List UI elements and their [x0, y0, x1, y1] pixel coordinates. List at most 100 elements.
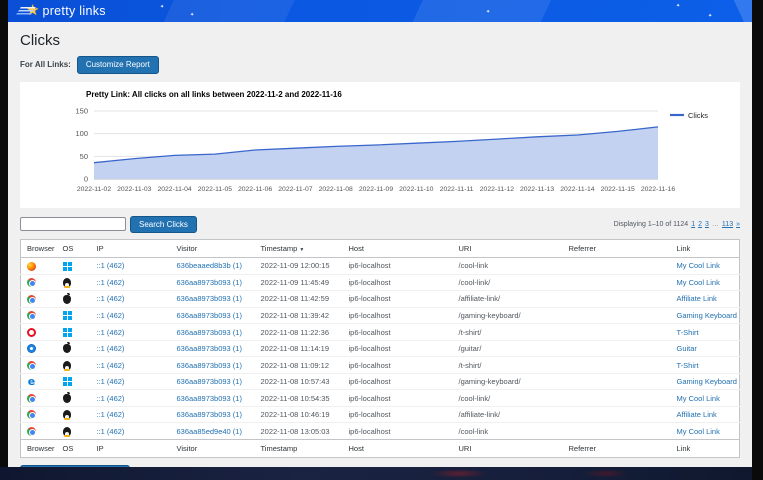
column-header-uri[interactable]: URI: [453, 240, 563, 258]
os-cell: [57, 406, 91, 423]
visitor-cell: 636beaaed8b3b (1): [171, 258, 255, 275]
column-header-browser[interactable]: Browser: [21, 240, 57, 258]
ip-link[interactable]: ::1 (462): [97, 328, 125, 337]
visitor-link[interactable]: 636aa85ed9e40 (1): [177, 427, 242, 436]
visitor-link[interactable]: 636aa8973b093 (1): [177, 311, 242, 320]
pretty-link-link[interactable]: Affiliate Link: [677, 294, 717, 303]
chrome-icon: [27, 278, 36, 287]
svg-text:Clicks: Clicks: [688, 111, 708, 120]
pagination-last-page-link[interactable]: 113: [722, 221, 733, 228]
host-cell: ip6-localhost: [343, 274, 453, 291]
ip-link[interactable]: ::1 (462): [97, 261, 125, 270]
visitor-link[interactable]: 636aa8973b093 (1): [177, 394, 242, 403]
browser-cell: [21, 274, 57, 291]
timestamp-cell: 2022-11-08 11:39:42: [255, 307, 343, 324]
ip-cell: ::1 (462): [91, 274, 171, 291]
pagination-page-link[interactable]: 2: [698, 221, 702, 228]
ip-link[interactable]: ::1 (462): [97, 410, 125, 419]
pretty-link-link[interactable]: T-Shirt: [677, 361, 699, 370]
pretty-link-link[interactable]: My Cool Link: [677, 261, 720, 270]
pretty-link-link[interactable]: Gaming Keyboard: [677, 377, 737, 386]
visitor-link[interactable]: 636aa8973b093 (1): [177, 377, 242, 386]
visitor-link[interactable]: 636aa8973b093 (1): [177, 410, 242, 419]
visitor-link[interactable]: 636aa8973b093 (1): [177, 344, 242, 353]
pagination-next-link[interactable]: »: [736, 221, 740, 228]
ip-link[interactable]: ::1 (462): [97, 394, 125, 403]
pretty-link-link[interactable]: Affiliate Link: [677, 410, 717, 419]
table-row: ::1 (462)636aa8973b093 (1)2022-11-09 11:…: [21, 274, 740, 291]
ip-link[interactable]: ::1 (462): [97, 278, 125, 287]
linux-icon: [63, 427, 71, 436]
visitor-link[interactable]: 636aa8973b093 (1): [177, 361, 242, 370]
ip-link[interactable]: ::1 (462): [97, 427, 125, 436]
uri-cell: /gaming-keyboard/: [453, 307, 563, 324]
svg-text:2022-11-16: 2022-11-16: [641, 186, 675, 193]
svg-text:2022-11-09: 2022-11-09: [359, 186, 393, 193]
chrome-icon: [27, 311, 36, 320]
sparkle-icon: ✦: [676, 3, 680, 9]
column-header-host[interactable]: Host: [343, 439, 453, 457]
timestamp-cell: 2022-11-08 11:22:36: [255, 324, 343, 341]
link-cell: Gaming Keyboard: [671, 307, 740, 324]
column-header-os[interactable]: OS: [57, 240, 91, 258]
customize-report-button[interactable]: Customize Report: [77, 56, 159, 74]
timestamp-cell: 2022-11-08 10:46:19: [255, 406, 343, 423]
column-header-timestamp[interactable]: Timestamp▼: [255, 240, 343, 258]
link-cell: Affiliate Link: [671, 406, 740, 423]
svg-text:2022-11-02: 2022-11-02: [77, 186, 111, 193]
host-cell: ip6-localhost: [343, 291, 453, 308]
search-input[interactable]: [20, 217, 126, 231]
pretty-link-link[interactable]: Gaming Keyboard: [677, 311, 737, 320]
column-header-os[interactable]: OS: [57, 439, 91, 457]
referrer-cell: [563, 340, 671, 357]
timestamp-cell: 2022-11-08 11:42:59: [255, 291, 343, 308]
os-cell: [57, 274, 91, 291]
column-header-visitor[interactable]: Visitor: [171, 439, 255, 457]
visitor-cell: 636aa8973b093 (1): [171, 274, 255, 291]
column-header-uri[interactable]: URI: [453, 439, 563, 457]
column-header-host[interactable]: Host: [343, 240, 453, 258]
pretty-link-link[interactable]: My Cool Link: [677, 427, 720, 436]
column-header-ip[interactable]: IP: [91, 240, 171, 258]
column-header-referrer[interactable]: Referrer: [563, 240, 671, 258]
table-row: ::1 (462)636aa8973b093 (1)2022-11-08 11:…: [21, 340, 740, 357]
svg-text:2022-11-10: 2022-11-10: [399, 186, 433, 193]
visitor-link[interactable]: 636aa8973b093 (1): [177, 278, 242, 287]
chart-title: Pretty Link: All clicks on all links bet…: [86, 90, 732, 99]
host-cell: ip6-localhost: [343, 390, 453, 407]
svg-text:100: 100: [75, 129, 88, 138]
pretty-link-link[interactable]: My Cool Link: [677, 394, 720, 403]
pretty-link-link[interactable]: Guitar: [677, 344, 697, 353]
ip-link[interactable]: ::1 (462): [97, 311, 125, 320]
column-header-browser[interactable]: Browser: [21, 439, 57, 457]
referrer-cell: [563, 390, 671, 407]
pretty-link-link[interactable]: My Cool Link: [677, 278, 720, 287]
ip-cell: ::1 (462): [91, 423, 171, 440]
column-header-timestamp[interactable]: Timestamp: [255, 439, 343, 457]
column-header-ip[interactable]: IP: [91, 439, 171, 457]
plugin-admin-window: ★ pretty links ✦ ✦ ✦ ✦ ✦ Clicks For All …: [8, 0, 752, 467]
column-header-link[interactable]: Link: [671, 439, 740, 457]
visitor-link[interactable]: 636aa8973b093 (1): [177, 328, 242, 337]
visitor-cell: 636aa85ed9e40 (1): [171, 423, 255, 440]
pagination-page-link[interactable]: 1: [691, 221, 695, 228]
os-cell: [57, 291, 91, 308]
column-header-visitor[interactable]: Visitor: [171, 240, 255, 258]
pretty-link-link[interactable]: T-Shirt: [677, 328, 699, 337]
ip-link[interactable]: ::1 (462): [97, 344, 125, 353]
svg-text:50: 50: [80, 151, 88, 160]
apple-icon: [63, 344, 71, 353]
ip-cell: ::1 (462): [91, 307, 171, 324]
visitor-cell: 636aa8973b093 (1): [171, 291, 255, 308]
column-header-link[interactable]: Link: [671, 240, 740, 258]
column-header-referrer[interactable]: Referrer: [563, 439, 671, 457]
ip-link[interactable]: ::1 (462): [97, 377, 125, 386]
visitor-link[interactable]: 636aa8973b093 (1): [177, 294, 242, 303]
svg-text:2022-11-07: 2022-11-07: [278, 186, 312, 193]
ip-link[interactable]: ::1 (462): [97, 361, 125, 370]
ip-link[interactable]: ::1 (462): [97, 294, 125, 303]
visitor-link[interactable]: 636beaaed8b3b (1): [177, 261, 242, 270]
search-clicks-button[interactable]: Search Clicks: [130, 216, 197, 234]
host-cell: ip6-localhost: [343, 324, 453, 341]
pagination-page-link[interactable]: 3: [705, 221, 709, 228]
